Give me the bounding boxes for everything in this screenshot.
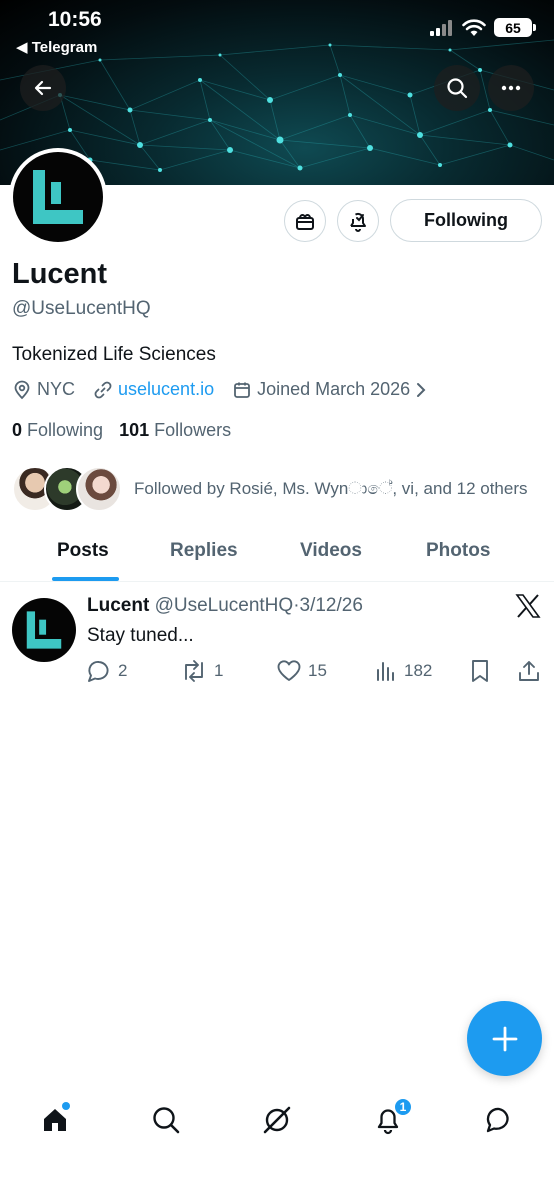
followers-count: 101: [119, 420, 150, 440]
profile-avatar[interactable]: [9, 148, 107, 246]
repost-button[interactable]: 1: [180, 659, 223, 683]
profile-tabs: Posts Replies Videos Photos: [0, 526, 554, 582]
followers-label: Followers: [154, 420, 232, 440]
lucent-logo-icon: [26, 611, 62, 649]
tab-posts[interactable]: Posts: [57, 540, 109, 562]
reply-icon: [88, 661, 109, 682]
plus-icon: [492, 1026, 517, 1051]
reply-count: 2: [118, 661, 128, 680]
following-label: Following: [27, 420, 104, 440]
joined-text: Joined March 2026: [257, 379, 411, 399]
followed-by-text: Followed by Rosié, Ms. Wynාේ, vi, and 12…: [134, 479, 528, 498]
reply-button[interactable]: 2: [86, 659, 127, 683]
search-icon: [153, 1107, 180, 1134]
post-author-avatar[interactable]: [12, 598, 76, 662]
repost-count: 1: [214, 661, 224, 680]
post-text: Stay tuned...: [87, 625, 194, 646]
website-item[interactable]: uselucent.io: [93, 379, 214, 400]
joined-item[interactable]: Joined March 2026: [232, 379, 427, 400]
nav-notifications[interactable]: 1: [371, 1097, 413, 1137]
bottom-navigation: 1: [0, 1090, 554, 1150]
bell-check-icon: [350, 213, 366, 232]
notifications-badge: 1: [393, 1097, 413, 1117]
follower-avatar: [76, 466, 122, 512]
repost-icon: [185, 660, 203, 682]
share-icon: [519, 661, 539, 681]
followers-count-link[interactable]: 101 Followers: [119, 420, 231, 441]
post-actions: 2 1 15 182: [86, 659, 544, 687]
nav-home[interactable]: [38, 1102, 72, 1137]
status-time: 10:56: [48, 8, 102, 31]
profile-bio: Tokenized Life Sciences: [12, 344, 216, 365]
following-count-link[interactable]: 0 Following: [12, 420, 103, 441]
views-button[interactable]: 182: [374, 659, 432, 683]
tab-replies[interactable]: Replies: [170, 540, 238, 562]
heart-icon: [277, 660, 301, 681]
tab-videos[interactable]: Videos: [300, 540, 362, 562]
status-icons: 65: [430, 18, 536, 37]
post-date[interactable]: 3/12/26: [300, 595, 363, 616]
arrow-left-icon: [34, 80, 52, 96]
bookmark-icon: [472, 660, 488, 682]
followed-by-row[interactable]: Followed by Rosié, Ms. Wynාේ, vi, and 12…: [12, 466, 528, 512]
follow-counts: 0 Following 101 Followers: [12, 420, 231, 441]
tab-photos[interactable]: Photos: [426, 540, 490, 562]
like-count: 15: [308, 661, 327, 680]
website-link[interactable]: uselucent.io: [118, 379, 214, 400]
like-button[interactable]: 15: [276, 659, 327, 683]
wifi-icon: [462, 18, 486, 36]
share-button[interactable]: [517, 659, 541, 683]
profile-handle: @UseLucentHQ: [12, 298, 151, 319]
subscribe-gift-button[interactable]: [284, 200, 326, 242]
following-count: 0: [12, 420, 23, 440]
post-author-handle[interactable]: @UseLucentHQ: [155, 595, 294, 616]
signal-icon: [430, 19, 452, 36]
profile-meta: NYC uselucent.io Joined March 2026: [12, 379, 445, 400]
location-pin-icon: [14, 380, 30, 399]
search-button[interactable]: [434, 65, 480, 111]
back-button[interactable]: [20, 65, 66, 111]
battery-indicator: 65: [494, 18, 536, 37]
x-logo-icon: [515, 594, 541, 623]
nav-search[interactable]: [149, 1103, 183, 1137]
post-header: Lucent @UseLucentHQ·3/12/26: [87, 595, 363, 617]
more-options-button[interactable]: [488, 65, 534, 111]
nav-messages[interactable]: [482, 1103, 516, 1137]
back-to-telegram-link[interactable]: ◀ Telegram: [16, 38, 97, 56]
following-button[interactable]: Following: [390, 199, 542, 242]
home-unread-dot: [62, 1102, 70, 1110]
location-item: NYC: [12, 379, 75, 400]
active-tab-indicator: [52, 577, 119, 581]
lucent-logo-icon: [33, 170, 83, 224]
location-text: NYC: [37, 379, 76, 399]
grok-icon: [263, 1106, 291, 1134]
nav-grok[interactable]: [260, 1103, 294, 1137]
post-author-name[interactable]: Lucent: [87, 595, 149, 616]
search-icon: [447, 78, 468, 99]
calendar-icon: [234, 382, 250, 398]
bookmark-button[interactable]: [469, 659, 491, 683]
notifications-toggle-button[interactable]: [337, 200, 379, 242]
chat-bubble-icon: [486, 1107, 509, 1133]
gift-icon: [296, 214, 314, 230]
link-icon: [94, 381, 112, 398]
more-dots-icon: [501, 85, 521, 91]
compose-post-button[interactable]: [467, 1001, 542, 1076]
view-count: 182: [404, 661, 433, 680]
chevron-right-icon: [417, 382, 426, 397]
analytics-icon: [377, 662, 394, 681]
profile-name: Lucent: [12, 258, 108, 290]
